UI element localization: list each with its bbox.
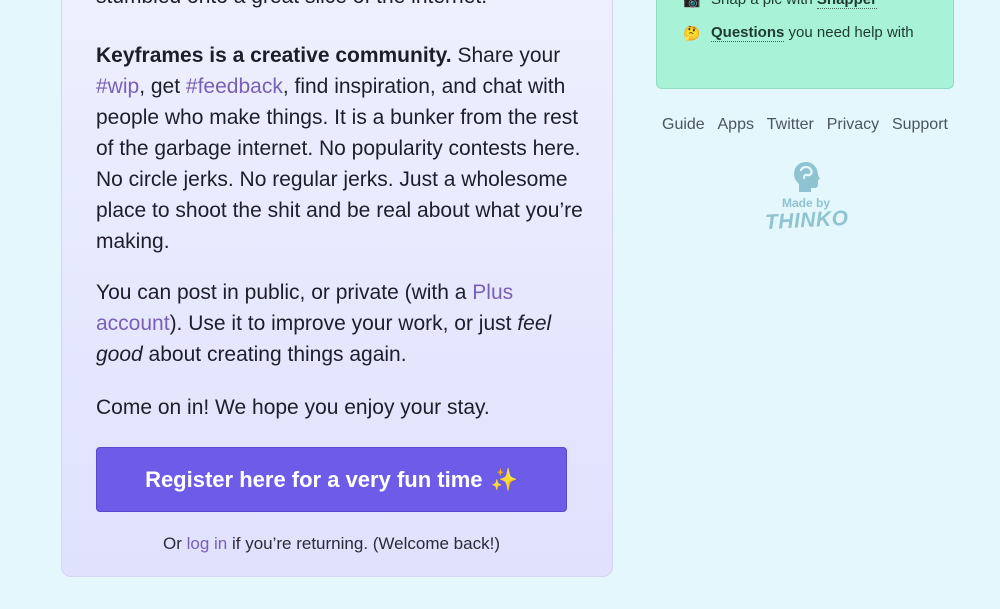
- intro-fragment: stumbled onto a great slice of the inter…: [96, 0, 586, 12]
- sparkles-icon: ✨: [490, 466, 518, 492]
- text-improve: ). Use it to improve your work, or just: [169, 312, 518, 335]
- thinking-head-icon: [794, 162, 820, 192]
- footer-link-guide[interactable]: Guide: [662, 116, 705, 134]
- text-post-public: You can post in public, or private (with…: [96, 281, 473, 304]
- camera-icon: 📷: [683, 0, 701, 8]
- text-share: Share your: [451, 44, 561, 67]
- community-tagline: Keyframes is a creative community.: [96, 44, 452, 67]
- login-prefix: Or: [163, 534, 187, 553]
- tip-snapper: 📷 Snap a pic with Snapper: [683, 0, 877, 9]
- thinking-face-icon: 🤔: [683, 25, 701, 41]
- footer-link-support[interactable]: Support: [892, 116, 948, 134]
- welcome-card: stumbled onto a great slice of the inter…: [61, 0, 613, 577]
- tip-questions-text: you need help with: [784, 24, 914, 41]
- footer-link-twitter[interactable]: Twitter: [767, 116, 814, 134]
- community-description: Keyframes is a creative community. Share…: [96, 40, 586, 257]
- wip-tag-link[interactable]: #wip: [96, 75, 139, 98]
- welcome-text: Come on in! We hope you enjoy your stay.: [96, 396, 490, 419]
- footer-link-privacy[interactable]: Privacy: [827, 116, 879, 134]
- login-link[interactable]: log in: [187, 534, 228, 553]
- text-get: , get: [139, 75, 186, 98]
- footer-link-apps[interactable]: Apps: [718, 116, 754, 134]
- text-creating: about creating things again.: [142, 343, 407, 366]
- register-button[interactable]: Register here for a very fun time ✨: [96, 447, 567, 512]
- login-suffix: if you’re returning. (Welcome back!): [227, 534, 500, 553]
- made-by-thinko-badge[interactable]: Made by THINKO: [764, 160, 850, 244]
- privacy-paragraph: You can post in public, or private (with…: [96, 277, 586, 370]
- thinko-logo: THINKO: [764, 206, 850, 235]
- footer-nav: Guide Apps Twitter Privacy Support: [662, 116, 948, 134]
- tip-questions: 🤔 Questions you need help with: [683, 24, 925, 42]
- register-button-label: Register here for a very fun time: [145, 466, 483, 492]
- tip-snapper-text: Snap a pic with: [711, 0, 817, 8]
- snapper-link[interactable]: Snapper: [816, 0, 877, 9]
- tips-card: 📷 Snap a pic with Snapper 🤔 Questions yo…: [656, 0, 954, 89]
- text-description-rest: , find inspiration, and chat with people…: [96, 75, 583, 253]
- login-prompt: Or log in if you’re returning. (Welcome …: [96, 534, 567, 554]
- feedback-tag-link[interactable]: #feedback: [186, 75, 283, 98]
- questions-link[interactable]: Questions: [711, 24, 785, 42]
